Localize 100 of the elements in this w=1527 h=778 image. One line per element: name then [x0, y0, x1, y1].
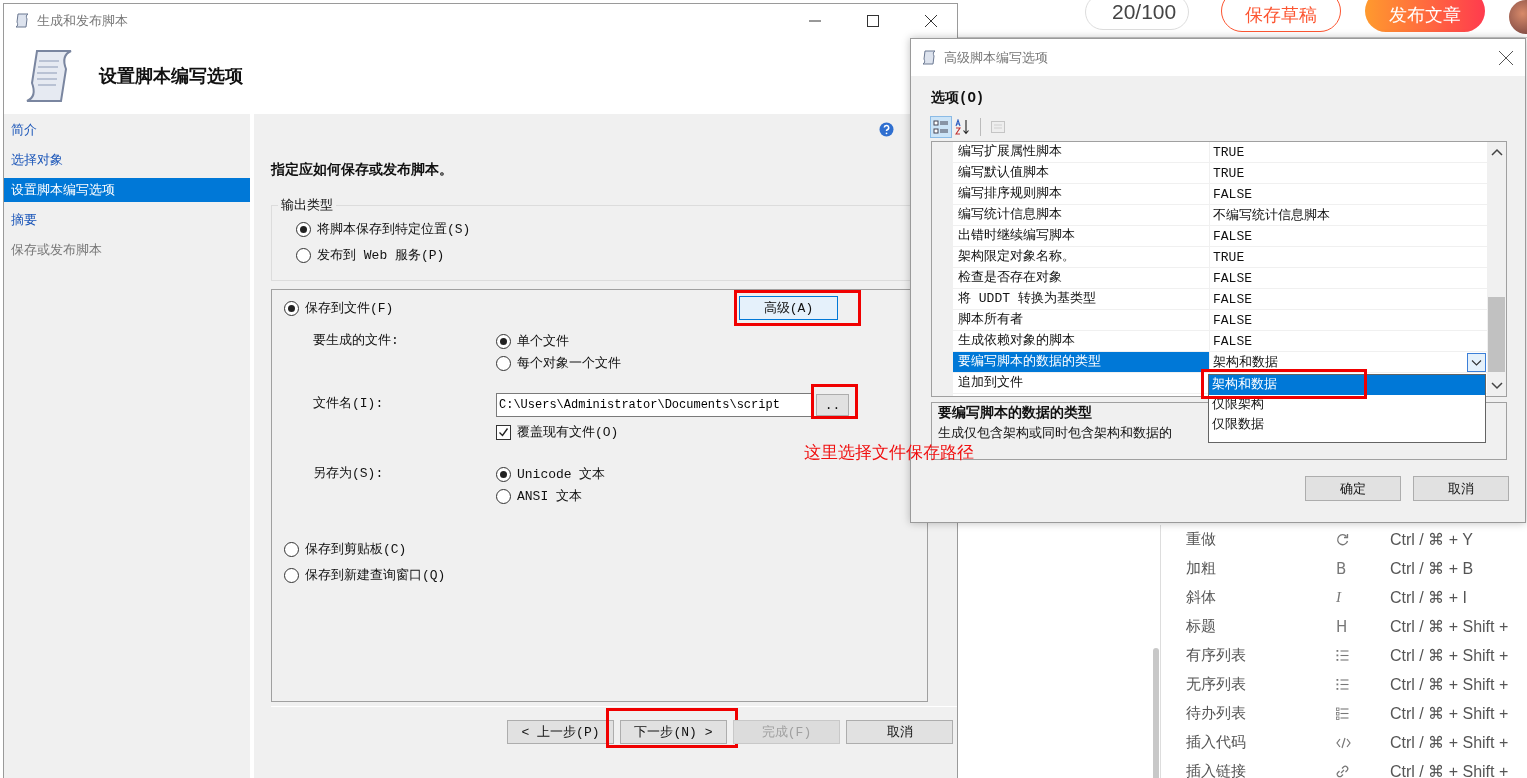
- cancel-button[interactable]: 取消: [1413, 476, 1509, 501]
- field-label: 要生成的文件:: [313, 332, 400, 350]
- shortcut-name: 插入链接: [1185, 762, 1247, 778]
- property-name[interactable]: 出错时继续编写脚本: [953, 226, 1210, 246]
- property-value: 不编写统计信息脚本: [1213, 207, 1330, 224]
- nav-item[interactable]: 摘要: [4, 205, 250, 235]
- scroll-icon: [14, 12, 31, 29]
- property-value: FALSE: [1213, 333, 1252, 349]
- format-icon: I: [1336, 589, 1341, 606]
- group-label: 输出类型: [280, 197, 334, 214]
- property-name[interactable]: 将 UDDT 转换为基类型: [953, 289, 1210, 309]
- radio-button[interactable]: [496, 333, 511, 349]
- code-icon: [1336, 736, 1351, 749]
- shortcut-keys: Ctrl / ⌘ + Shift +: [1390, 704, 1509, 723]
- link-icon: [1336, 765, 1349, 778]
- page-heading: 设置脚本编写选项: [99, 63, 243, 88]
- property-name[interactable]: 编写默认值脚本: [953, 163, 1210, 183]
- dropdown-option[interactable]: 仅限数据: [1209, 415, 1485, 435]
- dropdown-option[interactable]: 架构和数据: [1209, 375, 1485, 395]
- description-title: 要编写脚本的数据的类型: [938, 404, 1092, 422]
- shortcut-keys: Ctrl / ⌘ + B: [1390, 559, 1474, 578]
- shortcut-name: 斜体: [1185, 588, 1217, 607]
- property-name[interactable]: 架构限定对象名称。: [953, 247, 1210, 267]
- format-icon: B: [1336, 559, 1347, 578]
- field-label: 文件名(I):: [313, 395, 385, 413]
- shortcut-keys: Ctrl / ⌘ + I: [1390, 588, 1467, 607]
- radio-label: 保存到新建查询窗口(Q): [305, 567, 446, 584]
- radio-button[interactable]: [496, 466, 511, 482]
- scroll-icon: [921, 49, 938, 66]
- list-icon: [1336, 707, 1349, 720]
- shortcut-name: 加粗: [1185, 559, 1217, 578]
- checkbox[interactable]: [496, 424, 511, 440]
- nav-item[interactable]: 简介: [4, 115, 250, 145]
- browse-button[interactable]: ..: [816, 394, 849, 416]
- annotation-text: 这里选择文件保存路径: [804, 441, 974, 464]
- property-name[interactable]: 要编写脚本的数据的类型: [953, 352, 1210, 372]
- field-label: 另存为(S):: [313, 465, 385, 483]
- close-icon[interactable]: [1499, 50, 1513, 65]
- property-value: FALSE: [1213, 270, 1252, 286]
- property-value: FALSE: [1213, 228, 1252, 244]
- radio-label: 每个对象一个文件: [517, 355, 621, 372]
- wizard-button[interactable]: < 上一步(P): [507, 720, 614, 744]
- highlight-frame: [811, 384, 858, 419]
- description-text: 生成仅包含架构或同时包含架构和数据的: [938, 425, 1172, 442]
- radio-label: 发布到 Web 服务(P): [317, 247, 445, 264]
- property-name[interactable]: 编写扩展属性脚本: [953, 142, 1210, 162]
- property-name[interactable]: 检查是否存在对象: [953, 268, 1210, 288]
- shortcut-keys: Ctrl / ⌘ + Shift +: [1390, 762, 1509, 778]
- radio-label: 保存到剪贴板(C): [305, 541, 407, 558]
- dialog-title: 高级脚本编写选项: [944, 48, 1048, 67]
- property-value: TRUE: [1213, 144, 1245, 160]
- shortcut-keys: Ctrl / ⌘ + Shift +: [1390, 675, 1509, 694]
- list-icon: [1336, 678, 1349, 691]
- maximize-icon[interactable]: [867, 14, 879, 27]
- ok-button[interactable]: 确定: [1305, 476, 1401, 501]
- scrollbar-thumb[interactable]: [1488, 296, 1505, 372]
- radio-button[interactable]: [284, 541, 299, 557]
- radio-button[interactable]: [296, 221, 311, 237]
- radio-button[interactable]: [296, 247, 311, 263]
- shortcut-keys: Ctrl / ⌘ + Shift +: [1390, 617, 1509, 636]
- scrollbar-thumb[interactable]: [1153, 648, 1159, 778]
- shortcut-keys: Ctrl / ⌘ + Shift +: [1390, 646, 1509, 665]
- radio-label: 保存到文件(F): [305, 300, 394, 317]
- radio-button[interactable]: [496, 488, 511, 504]
- shortcut-name: 重做: [1185, 530, 1217, 549]
- scroll-down-icon[interactable]: [1490, 382, 1503, 390]
- nav-item[interactable]: 设置脚本编写选项: [4, 178, 250, 202]
- close-icon[interactable]: [925, 14, 937, 27]
- property-value: FALSE: [1213, 186, 1252, 202]
- property-name[interactable]: 编写统计信息脚本: [953, 205, 1210, 225]
- radio-label: 单个文件: [517, 333, 569, 350]
- advanced-button[interactable]: 高级(A): [739, 296, 838, 320]
- scroll-up-icon[interactable]: [1490, 148, 1503, 156]
- shortcut-keys: Ctrl / ⌘ + Y: [1390, 530, 1473, 549]
- wizard-button[interactable]: 下一步(N) >: [620, 720, 727, 744]
- section-label: 选项(O): [931, 89, 986, 108]
- radio-label: 将脚本保存到特定位置(S): [317, 221, 471, 238]
- list-icon: [1336, 649, 1349, 662]
- property-value: 架构和数据: [1213, 354, 1278, 371]
- property-value: FALSE: [1213, 312, 1252, 328]
- redo-icon: [1336, 533, 1349, 546]
- checkbox-label: 覆盖现有文件(O): [517, 424, 619, 441]
- radio-button[interactable]: [284, 300, 299, 316]
- property-value: TRUE: [1213, 165, 1245, 181]
- radio-button[interactable]: [284, 567, 299, 583]
- property-name[interactable]: 编写排序规则脚本: [953, 184, 1210, 204]
- shortcut-name: 待办列表: [1185, 704, 1247, 723]
- shortcut-name: 插入代码: [1185, 733, 1247, 752]
- shortcut-name: 有序列表: [1185, 646, 1247, 665]
- filename-field[interactable]: C:\Users\Administrator\Documents\script: [496, 393, 812, 417]
- nav-item[interactable]: 选择对象: [4, 145, 250, 175]
- radio-label: ANSI 文本: [517, 488, 582, 505]
- property-name[interactable]: 脚本所有者: [953, 310, 1210, 330]
- wizard-button[interactable]: 取消: [846, 720, 953, 744]
- help-icon[interactable]: [879, 121, 894, 137]
- shortcut-name: 无序列表: [1185, 675, 1247, 694]
- property-name[interactable]: 生成依赖对象的脚本: [953, 331, 1210, 351]
- property-value: FALSE: [1213, 291, 1252, 307]
- radio-button[interactable]: [496, 355, 511, 371]
- property-value: TRUE: [1213, 249, 1245, 265]
